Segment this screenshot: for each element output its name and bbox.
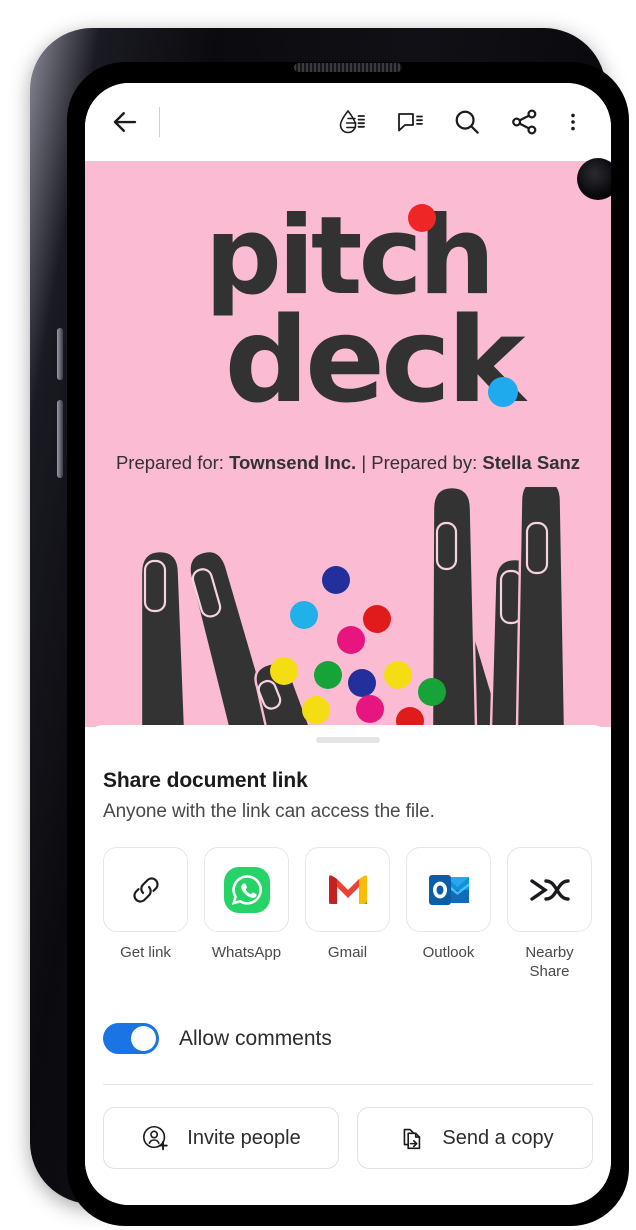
whatsapp-tile[interactable] bbox=[204, 847, 289, 932]
share-target-label: WhatsApp bbox=[211, 944, 282, 961]
share-sheet-title: Share document link bbox=[103, 769, 308, 792]
comment-icon[interactable] bbox=[387, 100, 431, 144]
nearby-share-icon bbox=[529, 878, 570, 901]
copy-document-icon bbox=[404, 1129, 421, 1150]
share-target-whatsapp[interactable]: WhatsApp bbox=[204, 847, 289, 981]
outlook-icon bbox=[428, 874, 469, 905]
share-bottom-sheet: Share document link Anyone with the link… bbox=[85, 725, 611, 1205]
share-icon[interactable] bbox=[503, 100, 547, 144]
subtitle-author: Stella Sanz bbox=[482, 452, 581, 473]
subtitle-company: Townsend Inc. bbox=[229, 452, 357, 473]
allow-comments-toggle[interactable] bbox=[103, 1023, 159, 1055]
front-camera-icon bbox=[577, 158, 611, 200]
send-a-copy-label: Send a copy bbox=[442, 1126, 554, 1149]
sheet-drag-handle[interactable] bbox=[316, 737, 380, 743]
share-target-label: Nearby Share bbox=[525, 944, 574, 981]
share-sheet-subtitle: Anyone with the link can access the file… bbox=[103, 801, 435, 822]
share-target-outlook[interactable]: Outlook bbox=[406, 847, 491, 981]
document-page[interactable]: pitch deck Prepared for: Townsend Inc. |… bbox=[85, 161, 611, 727]
share-target-nearby-share[interactable]: Nearby Share bbox=[507, 847, 592, 981]
volume-up-button[interactable] bbox=[57, 328, 63, 380]
volume-down-button[interactable] bbox=[57, 400, 63, 478]
share-targets-row[interactable]: Get link WhatsApp Gmail Outlook Nearby S… bbox=[103, 847, 611, 981]
toggle-knob bbox=[131, 1026, 156, 1052]
phone-screen: pitch deck Prepared for: Townsend Inc. |… bbox=[85, 83, 611, 1205]
red-accent-dot-icon bbox=[407, 204, 436, 232]
earpiece-speaker-icon bbox=[294, 63, 402, 72]
slide-title-line-2: deck bbox=[224, 291, 526, 430]
invite-people-label: Invite people bbox=[187, 1126, 301, 1149]
subtitle-prefix-1: Prepared for: bbox=[115, 452, 230, 473]
app-toolbar bbox=[85, 83, 611, 161]
search-icon[interactable] bbox=[445, 100, 489, 144]
share-target-label: Gmail bbox=[327, 944, 368, 961]
person-add-icon bbox=[143, 1126, 168, 1151]
gmail-icon bbox=[328, 874, 367, 904]
slide-subtitle: Prepared for: Townsend Inc. | Prepared b… bbox=[85, 452, 611, 474]
share-target-label: Outlook bbox=[422, 944, 475, 961]
get-link-tile[interactable] bbox=[103, 847, 188, 932]
sheet-divider bbox=[103, 1084, 593, 1086]
share-target-gmail[interactable]: Gmail bbox=[305, 847, 390, 981]
highlight-ink-icon[interactable] bbox=[329, 100, 373, 144]
gmail-tile[interactable] bbox=[305, 847, 390, 932]
toolbar-divider bbox=[159, 107, 160, 137]
slide-title-block: pitch deck bbox=[85, 202, 611, 430]
phone-device-frame: pitch deck Prepared for: Townsend Inc. |… bbox=[30, 28, 629, 1226]
hands-with-confetti-illustration bbox=[139, 487, 567, 727]
overflow-menu-icon[interactable] bbox=[551, 100, 595, 144]
outlook-tile[interactable] bbox=[406, 847, 491, 932]
back-arrow-icon[interactable] bbox=[103, 100, 147, 144]
sheet-actions-row: Invite people Send a copy bbox=[103, 1107, 593, 1170]
share-target-label: Get link bbox=[120, 944, 171, 961]
allow-comments-label: Allow comments bbox=[179, 1026, 332, 1050]
subtitle-separator: | bbox=[356, 452, 372, 473]
blue-accent-dot-icon bbox=[488, 376, 518, 407]
allow-comments-row[interactable]: Allow comments bbox=[103, 1023, 611, 1055]
share-target-get-link[interactable]: Get link bbox=[103, 847, 188, 981]
send-a-copy-button[interactable]: Send a copy bbox=[357, 1107, 593, 1170]
whatsapp-icon bbox=[223, 866, 270, 913]
invite-people-button[interactable]: Invite people bbox=[103, 1107, 339, 1170]
nearby-share-tile[interactable] bbox=[507, 847, 592, 932]
subtitle-prefix-2: Prepared by: bbox=[371, 452, 483, 473]
